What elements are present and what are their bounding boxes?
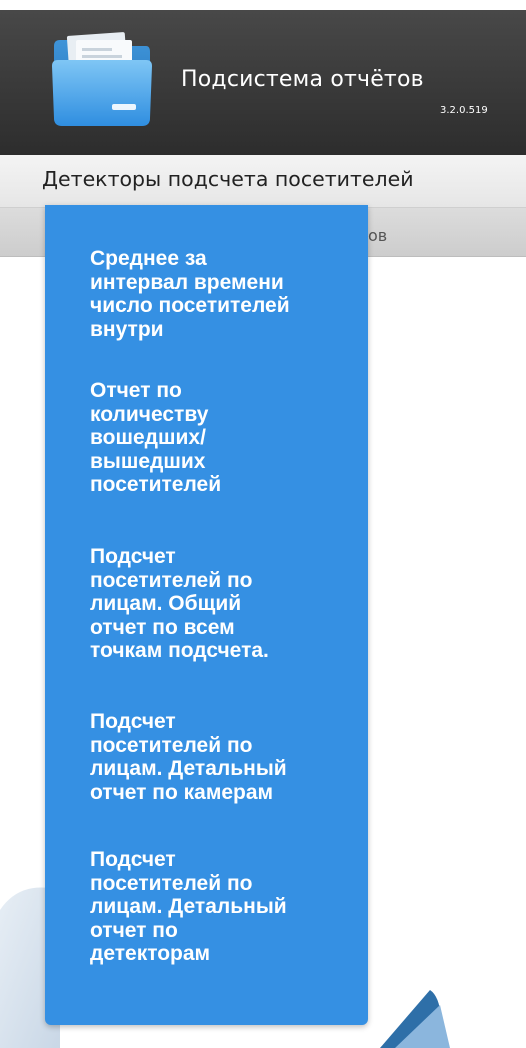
menu-item-avg-visitors-inside[interactable]: Среднее за интервал времени число посети… bbox=[90, 247, 330, 341]
menu-item-face-count-by-cameras[interactable]: Подсчет посетителей по лицам. Детальный … bbox=[90, 710, 330, 804]
app-version: 3.2.0.519 bbox=[440, 105, 488, 116]
app-title: Подсистема отчётов bbox=[181, 67, 424, 92]
report-subsystem-window: Подсистема отчётов 3.2.0.519 Детекторы п… bbox=[0, 0, 526, 1048]
menu-item-entered-exited-report[interactable]: Отчет по количеству вошедших/ вышедших п… bbox=[90, 379, 330, 497]
menu-item-visitor-counting-detectors[interactable]: Детекторы подсчета посетителей bbox=[42, 167, 414, 191]
menu-item-face-count-general-report[interactable]: Подсчет посетителей по лицам. Общий отче… bbox=[90, 545, 330, 663]
reports-dropdown-menu: Среднее за интервал времени число посети… bbox=[45, 205, 368, 1025]
header-top-strip bbox=[0, 0, 526, 10]
menu-item-face-count-by-detectors[interactable]: Подсчет посетителей по лицам. Детальный … bbox=[90, 848, 330, 966]
folder-icon bbox=[52, 32, 152, 126]
